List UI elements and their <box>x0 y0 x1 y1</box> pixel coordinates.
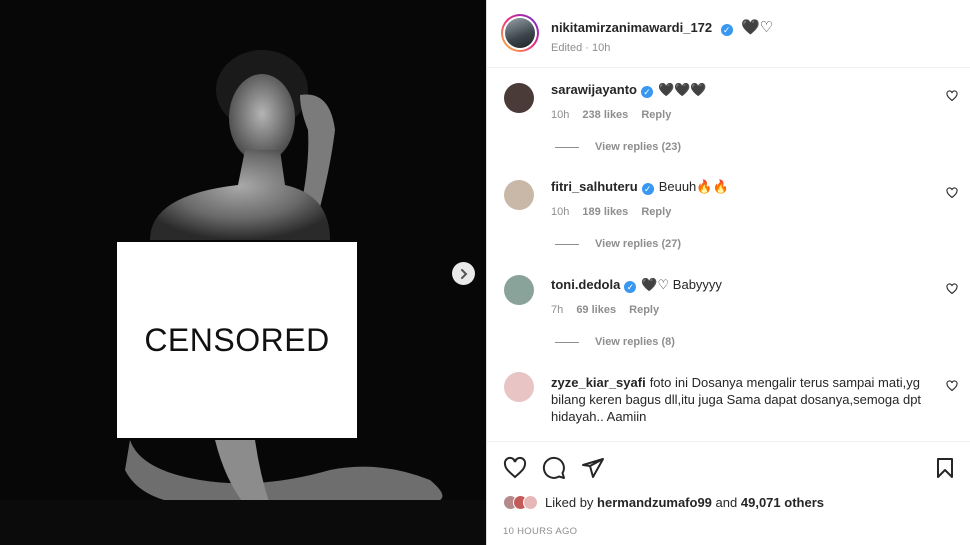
liked-by-row: Liked by hermandzumafo99 and 49,071 othe… <box>503 495 824 510</box>
avatar <box>523 495 538 510</box>
verified-badge-icon: ✓ <box>641 183 654 195</box>
next-image-button[interactable] <box>452 262 475 285</box>
liked-by-others-link[interactable]: 49,071 others <box>741 495 824 510</box>
post-header: nikitamirzanimawardi_172 ✓ 🖤♡ Edited · 1… <box>487 0 970 68</box>
commenter-avatar[interactable] <box>504 372 534 402</box>
caption-text: 🖤♡ <box>741 19 774 36</box>
reply-button[interactable]: Reply <box>641 109 671 121</box>
view-replies-button[interactable]: View replies (27) <box>555 238 681 250</box>
censor-label: CENSORED <box>144 321 330 358</box>
post-side-panel: nikitamirzanimawardi_172 ✓ 🖤♡ Edited · 1… <box>486 0 970 545</box>
view-replies-button[interactable]: View replies (8) <box>555 336 675 348</box>
heart-outline-icon[interactable] <box>946 380 958 392</box>
comment-text: 🖤🖤🖤 <box>658 82 707 97</box>
comment-text: Beuuh🔥🔥 <box>658 179 729 194</box>
reply-button[interactable]: Reply <box>641 206 671 218</box>
instagram-post-view: CENSORED nikitamirzanimawardi_172 ✓ 🖤♡ E… <box>0 0 970 545</box>
comment-likes[interactable]: 189 likes <box>582 206 628 218</box>
comment-bubble-icon[interactable] <box>542 456 566 480</box>
like-heart-icon[interactable] <box>503 456 527 480</box>
commenter-username[interactable]: zyze_kiar_syafi <box>551 375 646 390</box>
save-bookmark-icon[interactable] <box>933 456 957 480</box>
share-paper-plane-icon[interactable] <box>581 456 605 480</box>
author-username[interactable]: nikitamirzanimawardi_172 <box>551 20 712 35</box>
comment-likes[interactable]: 69 likes <box>576 304 616 316</box>
commenter-avatar[interactable] <box>504 83 534 113</box>
comment-likes[interactable]: 238 likes <box>582 109 628 121</box>
verified-badge-icon: ✓ <box>624 281 637 293</box>
heart-outline-icon[interactable] <box>946 283 958 295</box>
commenter-username[interactable]: sarawijayanto <box>551 82 637 97</box>
chevron-right-icon <box>460 268 467 279</box>
heart-outline-icon[interactable] <box>946 187 958 199</box>
commenter-avatar[interactable] <box>504 275 534 305</box>
reply-button[interactable]: Reply <box>629 304 659 316</box>
commenter-username[interactable]: toni.dedola <box>551 277 620 292</box>
liked-by-user-link[interactable]: hermandzumafo99 <box>597 495 712 510</box>
edited-label: Edited · 10h <box>551 42 611 54</box>
post-timestamp[interactable]: 10 HOURS AGO <box>503 526 577 537</box>
verified-badge-icon: ✓ <box>720 24 733 36</box>
liker-avatars <box>503 495 538 510</box>
post-media: CENSORED <box>0 0 486 545</box>
comment-time: 10h <box>551 206 570 218</box>
comments-list[interactable]: sarawijayanto ✓ 🖤🖤🖤 10h 238 likes Reply Vi… <box>487 69 970 441</box>
comment-text: 🖤♡ Babyyyy <box>641 277 722 292</box>
heart-outline-icon[interactable] <box>946 90 958 102</box>
censor-overlay: CENSORED <box>117 242 357 438</box>
liked-by-and: and <box>715 495 738 510</box>
comment-time: 7h <box>551 304 564 316</box>
commenter-username[interactable]: fitri_salhuteru <box>551 179 638 194</box>
author-avatar[interactable] <box>501 14 539 52</box>
comment-time: 10h <box>551 109 570 121</box>
commenter-avatar[interactable] <box>504 180 534 210</box>
verified-badge-icon: ✓ <box>641 86 653 98</box>
liked-by-prefix: Liked by <box>545 495 594 510</box>
post-actions: Liked by hermandzumafo99 and 49,071 othe… <box>487 441 970 545</box>
view-replies-button[interactable]: View replies (23) <box>555 141 681 153</box>
